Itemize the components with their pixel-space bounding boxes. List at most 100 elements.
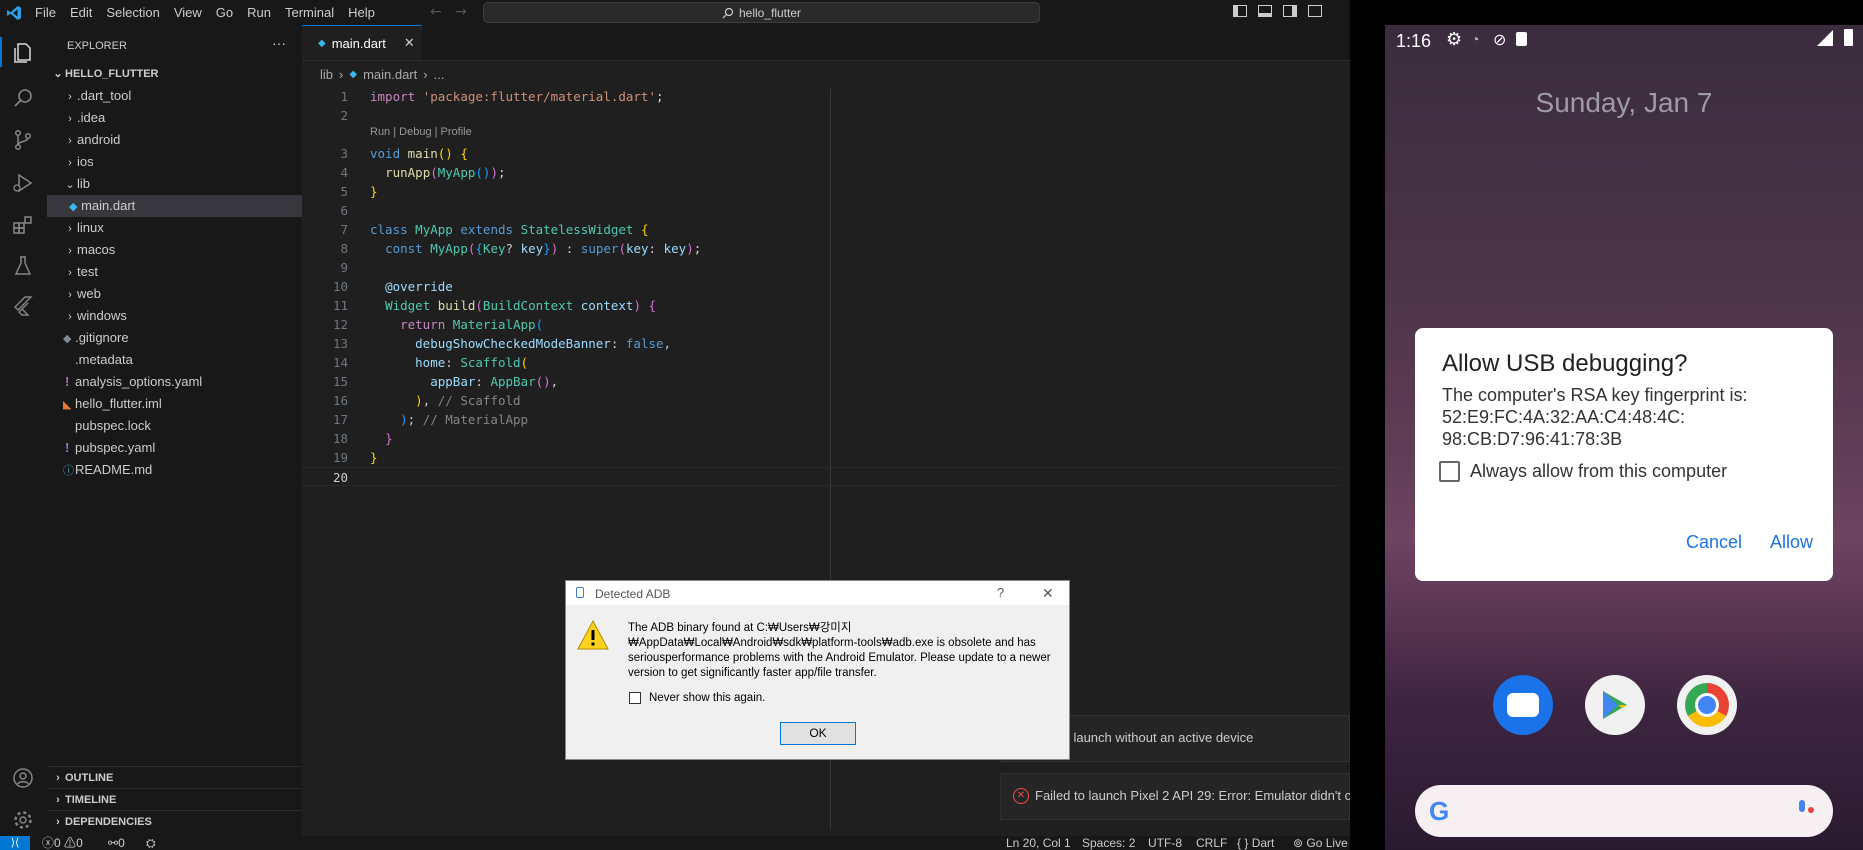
end-of-line[interactable]: CRLF bbox=[1196, 836, 1227, 850]
never-show-checkbox[interactable]: Never show this again. bbox=[629, 692, 765, 704]
tree-item-main-dart[interactable]: ◆ main.dart bbox=[47, 195, 302, 217]
allow-button[interactable]: Allow bbox=[1770, 532, 1813, 553]
toggle-panel-icon[interactable] bbox=[1258, 5, 1272, 17]
chrome-app-icon[interactable] bbox=[1677, 675, 1737, 735]
menu-edit[interactable]: Edit bbox=[63, 0, 99, 25]
vscode-logo-icon[interactable] bbox=[0, 5, 28, 21]
toggle-secondary-sidebar-icon[interactable] bbox=[1283, 5, 1297, 17]
wifi-off-icon: ◔ bbox=[1471, 31, 1480, 47]
code-area[interactable]: 1 import 'package:flutter/material.dart';… bbox=[302, 87, 1342, 507]
tree-item-gitignore[interactable]: ◆ .gitignore bbox=[47, 327, 302, 349]
search-icon bbox=[722, 7, 734, 18]
indentation[interactable]: Spaces: 2 bbox=[1082, 836, 1135, 850]
menu-run[interactable]: Run bbox=[240, 0, 278, 25]
encoding[interactable]: UTF-8 bbox=[1148, 836, 1182, 850]
google-search-bar[interactable]: G bbox=[1415, 785, 1833, 837]
code-line: ); // MaterialApp bbox=[400, 412, 529, 427]
forward-arrow-icon[interactable]: → bbox=[455, 4, 467, 20]
tree-item-test[interactable]: › test bbox=[47, 261, 302, 283]
dependencies-section[interactable]: › DEPENDENCIES bbox=[47, 810, 302, 833]
messages-app-icon[interactable] bbox=[1493, 675, 1553, 735]
battery-icon bbox=[1844, 29, 1853, 46]
code-line: appBar: AppBar(), bbox=[430, 374, 559, 389]
tree-item-windows[interactable]: › windows bbox=[47, 305, 302, 327]
tree-item-analysis-options[interactable]: ! analysis_options.yaml bbox=[47, 371, 302, 393]
always-allow-checkbox[interactable]: Always allow from this computer bbox=[1439, 461, 1727, 482]
language-mode[interactable]: { } Dart bbox=[1237, 836, 1274, 850]
ports-indicator[interactable]: ⚯0 bbox=[108, 836, 125, 850]
menu-selection[interactable]: Selection bbox=[99, 0, 166, 25]
flutter-icon[interactable] bbox=[10, 293, 36, 319]
customize-layout-icon[interactable] bbox=[1308, 5, 1322, 17]
toggle-primary-sidebar-icon[interactable] bbox=[1233, 5, 1247, 17]
go-live-button[interactable]: ⊚ Go Live bbox=[1293, 836, 1348, 850]
error-notification-toast[interactable]: ✕ Failed to launch Pixel 2 API 29: Error… bbox=[1000, 773, 1358, 820]
search-icon[interactable] bbox=[10, 85, 36, 111]
checkbox-box[interactable] bbox=[629, 692, 641, 704]
tree-item-lib[interactable]: ⌄ lib bbox=[47, 173, 302, 195]
close-tab-icon[interactable]: ✕ bbox=[404, 35, 415, 51]
menu-help[interactable]: Help bbox=[341, 0, 382, 25]
tree-item-metadata[interactable]: .metadata bbox=[47, 349, 302, 371]
line-number: 9 bbox=[340, 260, 348, 275]
tree-item-android[interactable]: › android bbox=[47, 129, 302, 151]
menu-terminal[interactable]: Terminal bbox=[278, 0, 341, 25]
timeline-section[interactable]: › TIMELINE bbox=[47, 788, 302, 811]
line-number: 16 bbox=[332, 393, 348, 408]
tree-item-dart-tool[interactable]: › .dart_tool bbox=[47, 85, 302, 107]
tab-main-dart[interactable]: ◆ main.dart ✕ bbox=[302, 25, 422, 60]
breadcrumb: lib › ◆ main.dart › ... bbox=[320, 65, 444, 83]
status-bar: ⟩⟨ ⓧ0 ⚠0 ⚯0 ⛭ Ln 20, Col 1 Spaces: 2 UTF… bbox=[0, 836, 1350, 850]
breadcrumb-lib[interactable]: lib bbox=[320, 67, 333, 82]
testing-flask-icon[interactable] bbox=[10, 253, 36, 279]
tree-item-pubspec-yaml[interactable]: ! pubspec.yaml bbox=[47, 437, 302, 459]
breadcrumb-file[interactable]: main.dart bbox=[363, 67, 417, 82]
tree-item-iml[interactable]: ◣ hello_flutter.iml bbox=[47, 393, 302, 415]
help-button[interactable]: ? bbox=[997, 585, 1004, 600]
menu-go[interactable]: Go bbox=[209, 0, 240, 25]
back-arrow-icon[interactable]: ← bbox=[430, 4, 442, 20]
debug-icon[interactable]: ⛭ bbox=[146, 836, 156, 850]
breadcrumb-symbol[interactable]: ... bbox=[434, 67, 445, 82]
close-icon[interactable]: ✕ bbox=[1042, 585, 1054, 602]
vscode-window: File Edit Selection View Go Run Terminal… bbox=[0, 0, 1358, 850]
menu-view[interactable]: View bbox=[167, 0, 209, 25]
cancel-button[interactable]: Cancel bbox=[1686, 532, 1742, 553]
tree-item-web[interactable]: › web bbox=[47, 283, 302, 305]
source-control-icon[interactable] bbox=[10, 127, 36, 153]
lockscreen-date: Sunday, Jan 7 bbox=[1535, 87, 1713, 118]
code-line: void main() { bbox=[370, 146, 468, 161]
explorer-files-icon[interactable] bbox=[10, 40, 36, 66]
braces-icon: { } bbox=[1237, 836, 1249, 850]
extensions-icon[interactable] bbox=[10, 212, 36, 238]
settings-gear-icon[interactable] bbox=[10, 807, 36, 833]
dialog-body: The ADB binary found at C:₩Users₩강미지₩App… bbox=[566, 605, 1069, 759]
codelens-run-debug-profile[interactable]: Run | Debug | Profile bbox=[370, 126, 472, 138]
command-center-search[interactable]: hello_flutter bbox=[483, 2, 1040, 23]
android-status-bar: 1:16 ⚙ ◔ ⊘ bbox=[1385, 25, 1863, 55]
tree-item-pubspec-lock[interactable]: pubspec.lock bbox=[47, 415, 302, 437]
explorer-root-folder[interactable]: ⌄ HELLO_FLUTTER bbox=[47, 63, 302, 85]
remote-indicator-icon[interactable]: ⟩⟨ bbox=[0, 836, 30, 850]
tree-item-macos[interactable]: › macos bbox=[47, 239, 302, 261]
detected-adb-dialog: Detected ADB ? ✕ The ADB binary found at… bbox=[565, 580, 1070, 760]
ok-button[interactable]: OK bbox=[780, 722, 856, 745]
chevron-right-icon: › bbox=[68, 267, 72, 279]
problems-indicator[interactable]: ⓧ0 ⚠0 bbox=[42, 836, 83, 850]
code-line: Widget build(BuildContext context) { bbox=[385, 298, 657, 313]
app-icon bbox=[576, 587, 584, 598]
play-store-icon[interactable] bbox=[1585, 675, 1645, 735]
assistant-icon[interactable] bbox=[1799, 800, 1805, 812]
accounts-icon[interactable] bbox=[10, 765, 36, 791]
google-g-icon: G bbox=[1429, 796, 1450, 826]
outline-section[interactable]: › OUTLINE bbox=[47, 766, 302, 789]
menu-file[interactable]: File bbox=[28, 0, 63, 25]
tree-item-idea[interactable]: › .idea bbox=[47, 107, 302, 129]
explorer-more-actions-icon[interactable]: ··· bbox=[272, 35, 286, 51]
tree-item-linux[interactable]: › linux bbox=[47, 217, 302, 239]
run-debug-icon[interactable] bbox=[10, 170, 36, 196]
tree-item-ios[interactable]: › ios bbox=[47, 151, 302, 173]
checkbox-box[interactable] bbox=[1439, 461, 1460, 482]
tree-item-readme[interactable]: ⓘREADME.md bbox=[47, 459, 302, 481]
cursor-position[interactable]: Ln 20, Col 1 bbox=[1006, 836, 1071, 850]
